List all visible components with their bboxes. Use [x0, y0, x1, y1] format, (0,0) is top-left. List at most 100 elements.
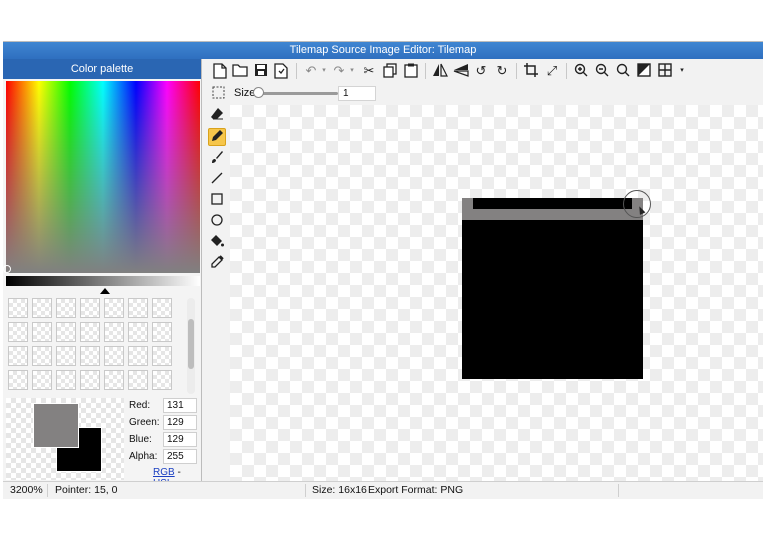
undo-dropdown-icon[interactable]: ▾: [316, 63, 332, 79]
paste-icon[interactable]: [403, 63, 419, 79]
toolbar-separator: [566, 63, 567, 79]
swatch[interactable]: [32, 298, 52, 318]
redo-dropdown-icon[interactable]: ▾: [344, 63, 360, 79]
grid-icon[interactable]: [657, 63, 673, 79]
swatch[interactable]: [152, 370, 172, 390]
status-divider: [47, 484, 48, 497]
invert-icon[interactable]: [636, 63, 652, 79]
swatch[interactable]: [80, 346, 100, 366]
flip-horizontal-icon[interactable]: [432, 63, 448, 79]
swatch[interactable]: [80, 322, 100, 342]
size-input[interactable]: 1: [338, 86, 376, 101]
zoom-out-icon[interactable]: [594, 63, 610, 79]
color-spectrum[interactable]: [6, 81, 200, 273]
spectrum-marker[interactable]: [3, 265, 11, 273]
copy-icon[interactable]: [382, 63, 398, 79]
window-title: Tilemap Source Image Editor: Tilemap: [3, 42, 763, 59]
toolbar-separator: [516, 63, 517, 79]
editor-canvas[interactable]: [230, 105, 763, 481]
pointer-position: Pointer: 15, 0: [55, 484, 118, 496]
size-slider-track[interactable]: [256, 92, 338, 95]
swatch[interactable]: [32, 370, 52, 390]
red-row: Red: 131: [127, 398, 199, 414]
save-icon[interactable]: [253, 63, 269, 79]
rectangle-icon[interactable]: [208, 192, 226, 210]
swatch[interactable]: [8, 346, 28, 366]
eraser-icon[interactable]: [208, 107, 226, 125]
size-slider-knob[interactable]: [253, 87, 264, 98]
swatch-scrollbar-thumb[interactable]: [188, 319, 194, 369]
eyedropper-icon[interactable]: [208, 255, 226, 273]
fill-bucket-icon[interactable]: [208, 234, 226, 252]
rgb-link[interactable]: RGB: [153, 467, 175, 478]
swatch[interactable]: [8, 298, 28, 318]
cut-icon[interactable]: ✂: [361, 63, 377, 79]
swatch[interactable]: [128, 346, 148, 366]
swatch[interactable]: [80, 370, 100, 390]
painted-pixels: [462, 198, 473, 220]
rotate-right-icon[interactable]: ↻: [494, 63, 510, 79]
toolbar-separator: [296, 63, 297, 79]
toolbar-separator: [425, 63, 426, 79]
swatch[interactable]: [8, 370, 28, 390]
grayscale-marker[interactable]: [100, 288, 110, 294]
swatch-grid: [8, 298, 176, 394]
alpha-input[interactable]: 255: [163, 449, 197, 464]
blue-row: Blue: 129: [127, 432, 199, 448]
save-as-icon[interactable]: [273, 63, 289, 79]
zoom-in-icon[interactable]: [573, 63, 589, 79]
open-folder-icon[interactable]: [232, 63, 248, 79]
swatch[interactable]: [56, 346, 76, 366]
tile-image[interactable]: [462, 198, 643, 379]
swatch[interactable]: [8, 322, 28, 342]
swatch[interactable]: [104, 370, 124, 390]
swatch[interactable]: [56, 298, 76, 318]
line-icon[interactable]: [208, 171, 226, 189]
swatch[interactable]: [104, 298, 124, 318]
painted-pixels: [462, 209, 643, 220]
grid-dropdown-icon[interactable]: ▾: [674, 63, 690, 79]
crop-icon[interactable]: [523, 63, 539, 79]
image-size: Size: 16x16: [312, 484, 367, 496]
swatch[interactable]: [56, 322, 76, 342]
tool-column: [203, 105, 229, 481]
swatch[interactable]: [104, 322, 124, 342]
image-editor-window: Tilemap Source Image Editor: Tilemap Col…: [3, 41, 763, 499]
swatch[interactable]: [152, 346, 172, 366]
swatch[interactable]: [32, 322, 52, 342]
ellipse-icon[interactable]: [208, 213, 226, 231]
swatch[interactable]: [128, 370, 148, 390]
swatch[interactable]: [80, 298, 100, 318]
zoom-level: 3200%: [10, 484, 43, 496]
export-format: Export Format: PNG: [368, 484, 464, 496]
status-bar: 3200% Pointer: 15, 0 Size: 16x16 Export …: [3, 481, 763, 499]
swatch[interactable]: [128, 298, 148, 318]
grayscale-strip[interactable]: [6, 276, 200, 286]
cursor-highlight: [623, 190, 651, 218]
swatch[interactable]: [152, 322, 172, 342]
swatch[interactable]: [56, 370, 76, 390]
foreground-color-swatch[interactable]: [33, 403, 79, 448]
swatch[interactable]: [104, 346, 124, 366]
red-input[interactable]: 131: [163, 398, 197, 413]
pencil-icon[interactable]: [208, 128, 226, 146]
green-row: Green: 129: [127, 415, 199, 431]
green-input[interactable]: 129: [163, 415, 197, 430]
flip-vertical-icon[interactable]: [453, 63, 469, 79]
blue-label: Blue:: [129, 434, 152, 445]
zoom-fit-icon[interactable]: [615, 63, 631, 79]
swatch[interactable]: [152, 298, 172, 318]
brush-icon[interactable]: [208, 150, 226, 168]
toolbar: ↶ ▾ ↷ ▾ ✂ ↺ ↻ ⤢ ▾: [203, 59, 763, 83]
rgba-fields: Red: 131 Green: 129 Blue: 129 Alpha: 255…: [127, 398, 199, 489]
select-icon[interactable]: [210, 86, 226, 102]
swatch[interactable]: [32, 346, 52, 366]
new-file-icon[interactable]: [212, 63, 228, 79]
rotate-left-icon[interactable]: ↺: [473, 63, 489, 79]
alpha-label: Alpha:: [129, 451, 158, 462]
swatch[interactable]: [128, 322, 148, 342]
brush-size-bar: Size 1: [203, 83, 763, 105]
blue-input[interactable]: 129: [163, 432, 197, 447]
resize-icon[interactable]: ⤢: [544, 63, 560, 79]
green-label: Green:: [129, 417, 160, 428]
